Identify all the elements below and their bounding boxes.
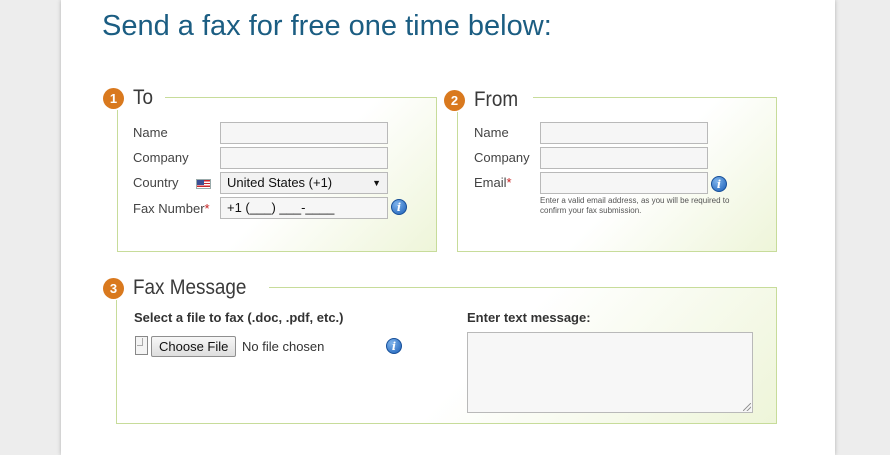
info-icon[interactable]: i <box>386 338 402 354</box>
email-hint-text: Enter a valid email address, as you will… <box>540 196 730 215</box>
text-message-input[interactable] <box>467 332 753 413</box>
page-title: Send a fax for free one time below: <box>102 10 552 42</box>
to-fax-label-text: Fax Number <box>133 201 205 216</box>
step-2-badge: 2 <box>444 89 465 111</box>
from-name-label: Name <box>474 125 509 140</box>
file-select-label: Select a file to fax (.doc, .pdf, etc.) <box>134 310 344 325</box>
to-country-label: Country <box>133 175 179 190</box>
step-3-badge: 3 <box>103 277 124 299</box>
message-section-header: 3 Fax Message <box>103 276 270 300</box>
to-company-label: Company <box>133 150 189 165</box>
from-name-input[interactable] <box>540 122 708 144</box>
from-company-input[interactable] <box>540 147 708 169</box>
no-file-chosen-text: No file chosen <box>242 339 325 354</box>
from-section-header: 2 From <box>444 88 533 112</box>
to-country-selected-value: United States (+1) <box>227 175 333 190</box>
text-message-label: Enter text message: <box>467 310 591 325</box>
required-mark: * <box>204 201 210 216</box>
message-section-title: Fax Message <box>133 276 247 299</box>
us-flag-icon <box>196 179 211 189</box>
to-section-header: 1 To <box>103 86 166 110</box>
to-country-select[interactable]: United States (+1) ▼ <box>220 172 388 194</box>
resize-grip-icon[interactable] <box>743 403 751 411</box>
required-mark: * <box>506 175 512 190</box>
choose-file-button[interactable]: Choose File <box>151 336 237 357</box>
to-fax-label: Fax Number* <box>133 201 210 216</box>
to-section-title: To <box>133 86 153 109</box>
chevron-down-icon: ▼ <box>372 178 381 188</box>
info-icon[interactable]: i <box>391 199 407 215</box>
from-company-label: Company <box>474 150 530 165</box>
step-1-badge: 1 <box>103 87 124 109</box>
from-section-title: From <box>474 88 519 111</box>
to-name-label: Name <box>133 125 168 140</box>
to-fax-number-input[interactable]: +1 (___) ___-____ <box>220 197 388 219</box>
file-icon <box>135 336 148 355</box>
to-name-input[interactable] <box>220 122 388 144</box>
from-email-label-text: Email <box>474 175 507 190</box>
to-company-input[interactable] <box>220 147 388 169</box>
from-email-input[interactable] <box>540 172 708 194</box>
info-icon[interactable]: i <box>711 176 727 192</box>
from-email-label: Email* <box>474 175 512 190</box>
